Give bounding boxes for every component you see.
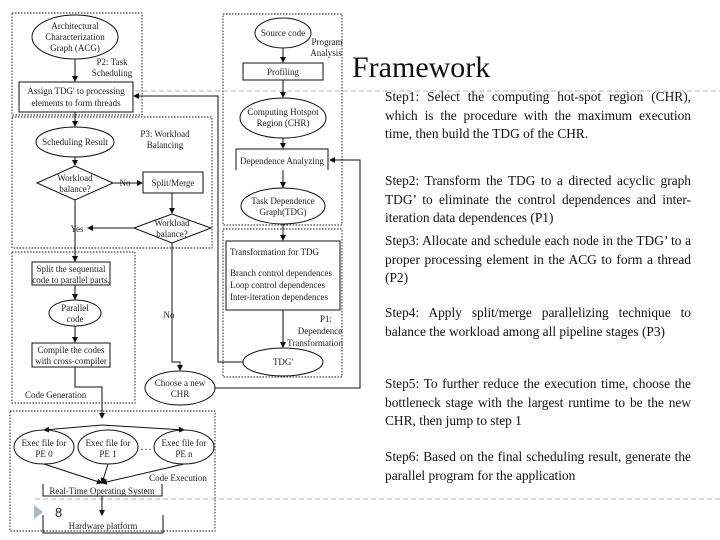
tdg-graph-label: Graph(TDG) [260,207,307,217]
rtos-label: Real-Time Operating System [49,486,154,496]
exec-file-pe1-label: Exec file for [86,438,131,448]
task-dependence-graph-node [240,187,326,225]
step-2: Step2: Transform the TDG to a directed a… [385,173,691,226]
assign-label: Assign TDG' to processing [27,86,125,96]
step-5: Step5: To further reduce the execution t… [385,376,691,429]
transformation-label: Transformation for TDG [230,247,319,257]
compile-label: Compile the codes [38,345,105,355]
step-1: Step1: Select the computing hot-spot reg… [385,89,691,142]
exec-file-pen-label: PE n [175,449,193,459]
decision-1-label: Workload [57,173,93,183]
dependence-transformation-label: Dependence [298,326,342,336]
workload-balancing-label: P3: Workload [140,129,190,139]
dependence-analyzing-label: Dependence Analyzing [240,156,324,166]
profiling-label: Profiling [267,67,300,77]
yes-label: Yes [70,224,84,234]
parallel-code-label: Parallel [61,303,89,313]
tdg-graph-label: Task Dependence [251,196,315,206]
choose-chr-label: CHR [171,389,190,399]
ellipsis-label: … [140,439,152,453]
choose-new-chr-node [144,370,216,406]
chr-label: Region (CHR) [257,118,310,128]
assign-label: elements to form threads [31,98,121,108]
no-label: No [120,178,131,188]
transformation-label: Loop control dependences [230,280,325,290]
task-scheduling-label: P2: Task [97,57,128,67]
compile-label: with cross-compiler [35,356,107,366]
exec-file-pe0-label: Exec file for [22,438,67,448]
step-3: Step3: Allocate and schedule each node i… [385,233,691,286]
page-number: 8 [55,505,62,520]
choose-chr-label: Choose a new [155,378,206,388]
acg-label: Characterization [45,32,105,42]
transformation-label: Branch control dependences [230,268,332,278]
code-generation-label: Code Generation [25,390,87,400]
decision-2-label: Workload [154,218,190,228]
slide-title: Framework [352,51,491,84]
dependence-transformation-label: Transformation [287,338,343,348]
parallel-code-label: code [67,314,84,324]
dependence-transformation-label: P1: [320,314,332,324]
exec-file-pe0-label: PE 0 [35,449,53,459]
chr-label: Computing Hotspot [247,107,319,117]
exec-file-pe1-label: PE 1 [99,449,116,459]
exec-file-pen-label: Exec file for [162,438,207,448]
program-analysis-label: Program [312,37,343,47]
split-code-label: Split the sequential [37,264,106,274]
decision-2-label: balance? [156,229,187,239]
workload-balancing-label: Balancing [147,140,184,150]
scheduling-result-label: Scheduling Result [42,137,108,147]
hardware-label: Hardware platform [69,521,138,531]
transformation-label: Inter-iteration dependences [230,292,329,302]
acg-label: Graph (ACG) [50,43,100,53]
step-6: Step6: Based on the final scheduling res… [385,449,691,483]
task-scheduling-label: Scheduling [92,68,133,78]
source-code-label: Source code [261,28,305,38]
workload-balance-decision-1 [35,165,115,201]
acg-label: Architectural [51,21,99,31]
split-merge-label: Split/Merge [152,178,195,188]
step-4: Step4: Apply split/merge parallelizing t… [385,305,691,339]
no-label-2: No [164,310,175,320]
decision-1-label: balance? [59,184,90,194]
program-analysis-label: Analysis [310,48,342,58]
split-code-label: code to parallel parts. [32,275,109,285]
page-marker-icon [34,505,43,519]
code-execution-label: Code Execution [149,473,207,483]
tdg-prime-label: TDG' [273,357,293,367]
